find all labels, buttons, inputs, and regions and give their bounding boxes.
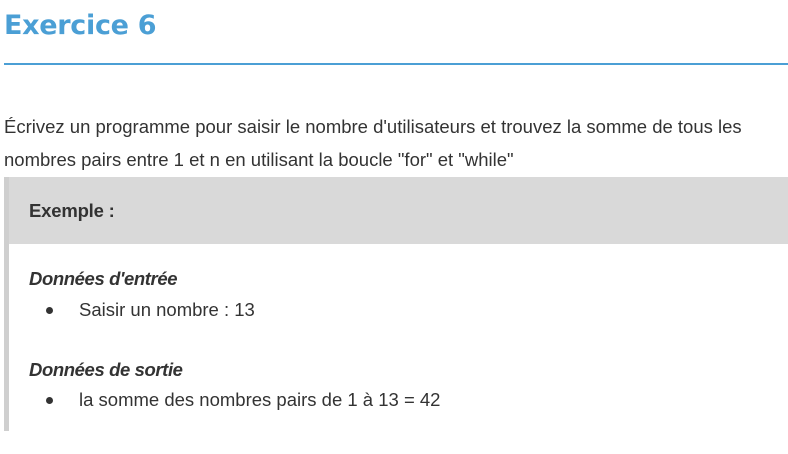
example-label: Exemple : — [29, 200, 115, 221]
example-box: Exemple : Données d'entrée Saisir un nom… — [4, 177, 788, 431]
output-data-heading: Données de sortie — [29, 359, 183, 380]
bullet-icon — [46, 307, 53, 314]
example-header: Exemple : — [9, 177, 788, 244]
exercise-description: Écrivez un programme pour saisir le nomb… — [4, 116, 742, 170]
page-title: Exercice 6 — [4, 10, 157, 41]
input-data-item-text: Saisir un nombre : 13 — [79, 299, 255, 320]
title-divider — [4, 63, 788, 65]
output-data-item-text: la somme des nombres pairs de 1 à 13 = 4… — [79, 389, 441, 410]
bullet-icon — [46, 397, 53, 404]
input-data-heading: Données d'entrée — [29, 268, 178, 289]
